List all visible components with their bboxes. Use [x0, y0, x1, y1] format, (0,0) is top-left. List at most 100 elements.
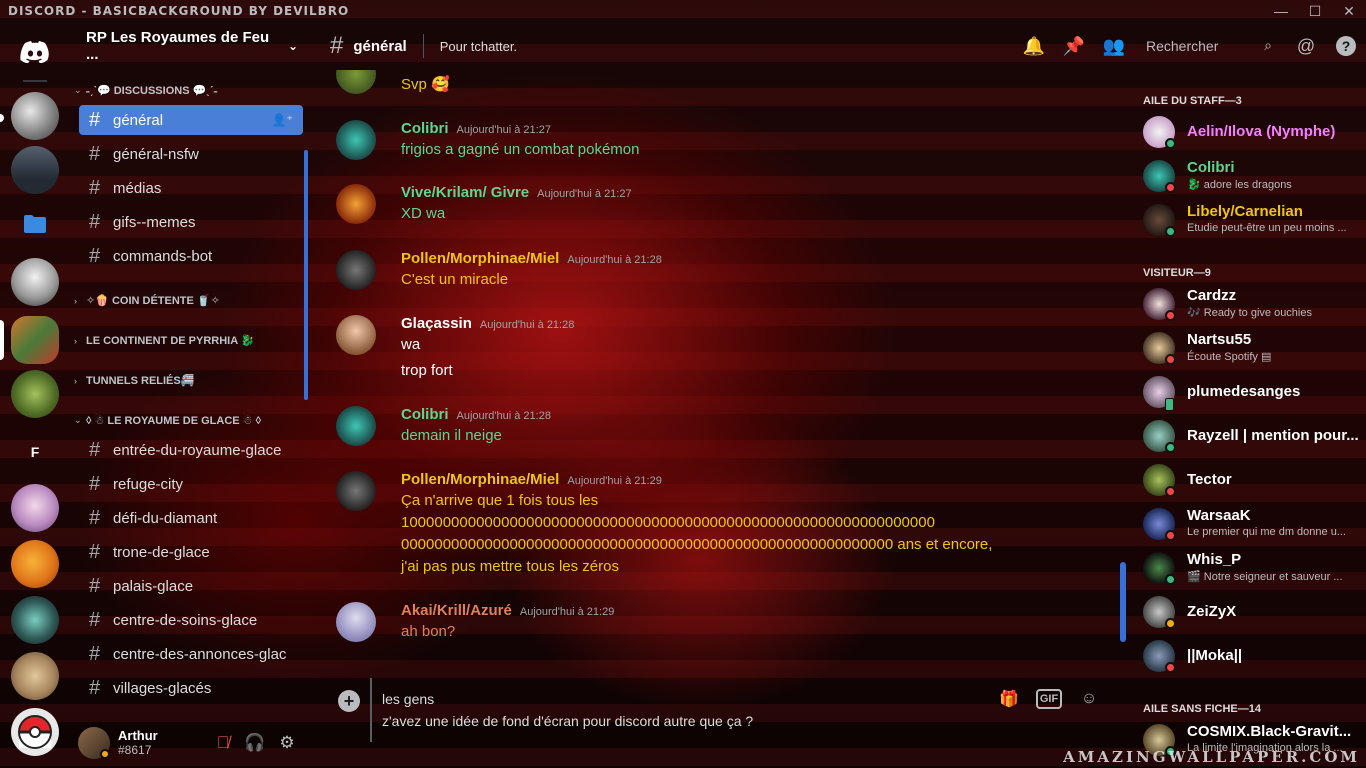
message-author[interactable]: Glaçassin	[401, 315, 472, 332]
mute-microphone-icon[interactable]: 🎙̸	[212, 732, 234, 754]
message-author[interactable]: Colibri	[401, 120, 449, 137]
member-item[interactable]: ||Moka||	[1143, 636, 1366, 676]
member-item[interactable]: Whis_P 🎬 Notre seigneur et sauveur ...	[1143, 548, 1366, 588]
gif-button[interactable]: GIF	[1036, 689, 1062, 709]
member-name: Aelin/Ilova (Nymphe)	[1187, 123, 1336, 140]
channel-general-nsfw[interactable]: # général-nsfw	[79, 139, 303, 169]
avatar[interactable]	[336, 406, 376, 446]
server-header[interactable]: RP Les Royaumes de Feu ... ⌄	[70, 22, 314, 70]
gift-icon[interactable]: 🎁	[996, 686, 1022, 712]
gear-icon[interactable]: ⚙	[276, 732, 298, 754]
channel-commands-bot[interactable]: # commands-bot	[79, 241, 303, 271]
channel-gifs-memes[interactable]: # gifs--memes	[79, 207, 303, 237]
unread-indicator	[0, 114, 4, 122]
server-icon[interactable]	[11, 708, 59, 756]
channel-scrollbar[interactable]	[304, 150, 308, 400]
dnd-status-icon	[1165, 354, 1176, 365]
chevron-right-icon: ›	[74, 295, 77, 306]
server-icon-f[interactable]: F	[11, 428, 59, 476]
server-icon[interactable]	[11, 484, 59, 532]
message-author[interactable]: Vive/Krilam/ Givre	[401, 184, 529, 201]
channel-label: gifs--memes	[113, 213, 196, 231]
message-composer[interactable]: + les gens z'avez une idée de fond d'écr…	[330, 676, 1120, 746]
channel-label: général	[113, 111, 164, 129]
server-icon[interactable]	[11, 146, 59, 194]
message-author[interactable]: Colibri	[401, 406, 449, 423]
server-icon[interactable]	[11, 258, 59, 306]
member-status-text: Écoute Spotify	[1187, 351, 1258, 363]
message-text: j'ai pas pus mettre tous les zéros	[401, 558, 619, 575]
avatar[interactable]	[336, 120, 376, 160]
member-item[interactable]: ZeiZyX	[1143, 592, 1366, 632]
channel-general[interactable]: # général 👤⁺	[79, 105, 303, 135]
avatar[interactable]	[336, 70, 376, 94]
channel-trone-de-glace[interactable]: # trone-de-glace	[79, 537, 303, 567]
member-item[interactable]: Libely/Carnelian Etudie peut-être un peu…	[1143, 200, 1366, 240]
category-royaume-glace[interactable]: ⌄ ◊ ☃ LE ROYAUME DE GLACE ☃ ◊	[74, 414, 261, 427]
channel-refuge-city[interactable]: # refuge-city	[79, 469, 303, 499]
channel-centre-de-soins-glace[interactable]: # centre-de-soins-glace	[79, 605, 303, 635]
headphones-icon[interactable]: 🎧	[244, 732, 266, 754]
server-icon[interactable]	[11, 596, 59, 644]
member-item[interactable]: Colibri 🐉 adore les dragons	[1143, 156, 1366, 196]
message-input[interactable]: les gens z'avez une idée de fond d'écran…	[382, 688, 753, 732]
message-author[interactable]: Pollen/Morphinae/Miel	[401, 250, 559, 267]
minimize-button[interactable]: —	[1264, 0, 1298, 22]
avatar[interactable]	[78, 727, 110, 759]
members-icon[interactable]: 👥	[1094, 22, 1134, 70]
discord-home-icon[interactable]	[11, 28, 59, 76]
category-discussions[interactable]: ⌄ ˗ˏˋ💬 DISCUSSIONS 💬ˎˊ˗	[74, 84, 217, 97]
server-icon[interactable]	[11, 540, 59, 588]
hashtag-icon: #	[330, 32, 344, 59]
discord-logo-icon	[20, 41, 49, 63]
avatar[interactable]	[336, 315, 376, 355]
channel-defi-du-diamant[interactable]: # défi-du-diamant	[79, 503, 303, 533]
message-timestamp: Aujourd'hui à 21:29	[567, 475, 662, 487]
invite-icon[interactable]: 👤⁺	[272, 113, 293, 127]
server-folder[interactable]	[11, 200, 59, 248]
member-item[interactable]: Nartsu55 Écoute Spotify ▤	[1143, 328, 1366, 368]
message-author[interactable]: Pollen/Morphinae/Miel	[401, 471, 559, 488]
maximize-button[interactable]: ☐	[1298, 0, 1332, 22]
server-icon[interactable]	[11, 370, 59, 418]
avatar[interactable]	[336, 471, 376, 511]
bell-icon[interactable]: 🔔	[1014, 22, 1054, 70]
category-coin-detente[interactable]: › ✧🍿 COIN DÉTENTE 🥤✧	[74, 294, 220, 307]
add-attachment-button[interactable]: +	[338, 690, 360, 712]
channel-topic: Pour tchatter.	[439, 38, 518, 54]
channel-title: général	[353, 37, 407, 55]
server-icon[interactable]	[11, 92, 59, 140]
channel-label: entrée-du-royaume-glace	[113, 441, 282, 459]
avatar[interactable]	[336, 602, 376, 642]
avatar[interactable]	[336, 184, 376, 224]
help-icon[interactable]: ?	[1326, 22, 1366, 70]
member-item[interactable]: WarsaaK Le premier qui me dm donne u...	[1143, 504, 1366, 544]
close-button[interactable]: ✕	[1332, 0, 1366, 22]
channel-medias[interactable]: # médias	[79, 173, 303, 203]
channel-centre-des-annonces[interactable]: # centre-des-annonces-glac	[79, 639, 303, 669]
member-item[interactable]: Tector	[1143, 460, 1366, 500]
server-icon-active[interactable]	[11, 316, 59, 364]
chevron-down-icon: ⌄	[74, 415, 82, 425]
member-item[interactable]: plumedesanges	[1143, 372, 1366, 412]
mention-icon[interactable]: @	[1286, 22, 1326, 70]
category-tunnels[interactable]: › TUNNELS RELIÉS🚝	[74, 374, 194, 387]
emoji-icon[interactable]: ☺	[1076, 686, 1102, 712]
search-input[interactable]: Rechercher ⌕	[1140, 34, 1280, 58]
hashtag-icon: #	[89, 540, 101, 563]
hashtag-icon: #	[89, 676, 101, 699]
category-pyrrhia[interactable]: › LE CONTINENT DE PYRRHIA 🐉	[74, 334, 255, 347]
member-item[interactable]: Cardzz 🎶 Ready to give ouchies	[1143, 284, 1366, 324]
member-item[interactable]: Aelin/Ilova (Nymphe)	[1143, 112, 1366, 152]
avatar[interactable]	[336, 250, 376, 290]
channel-palais-glace[interactable]: # palais-glace	[79, 571, 303, 601]
member-item[interactable]: Rayzell | mention pour...	[1143, 416, 1366, 456]
channel-label: villages-glacés	[113, 679, 212, 697]
channel-villages-glaces[interactable]: # villages-glacés	[79, 673, 303, 703]
server-icon[interactable]	[11, 652, 59, 700]
pin-icon[interactable]: 📌	[1054, 22, 1094, 70]
member-name: Rayzell | mention pour...	[1187, 427, 1359, 444]
member-list: AILE DU STAFF—3 Aelin/Ilova (Nymphe) Col…	[1126, 70, 1366, 768]
channel-entree-royaume-glace[interactable]: # entrée-du-royaume-glace	[79, 435, 303, 465]
message-author[interactable]: Akai/Krill/Azuré	[401, 602, 512, 619]
